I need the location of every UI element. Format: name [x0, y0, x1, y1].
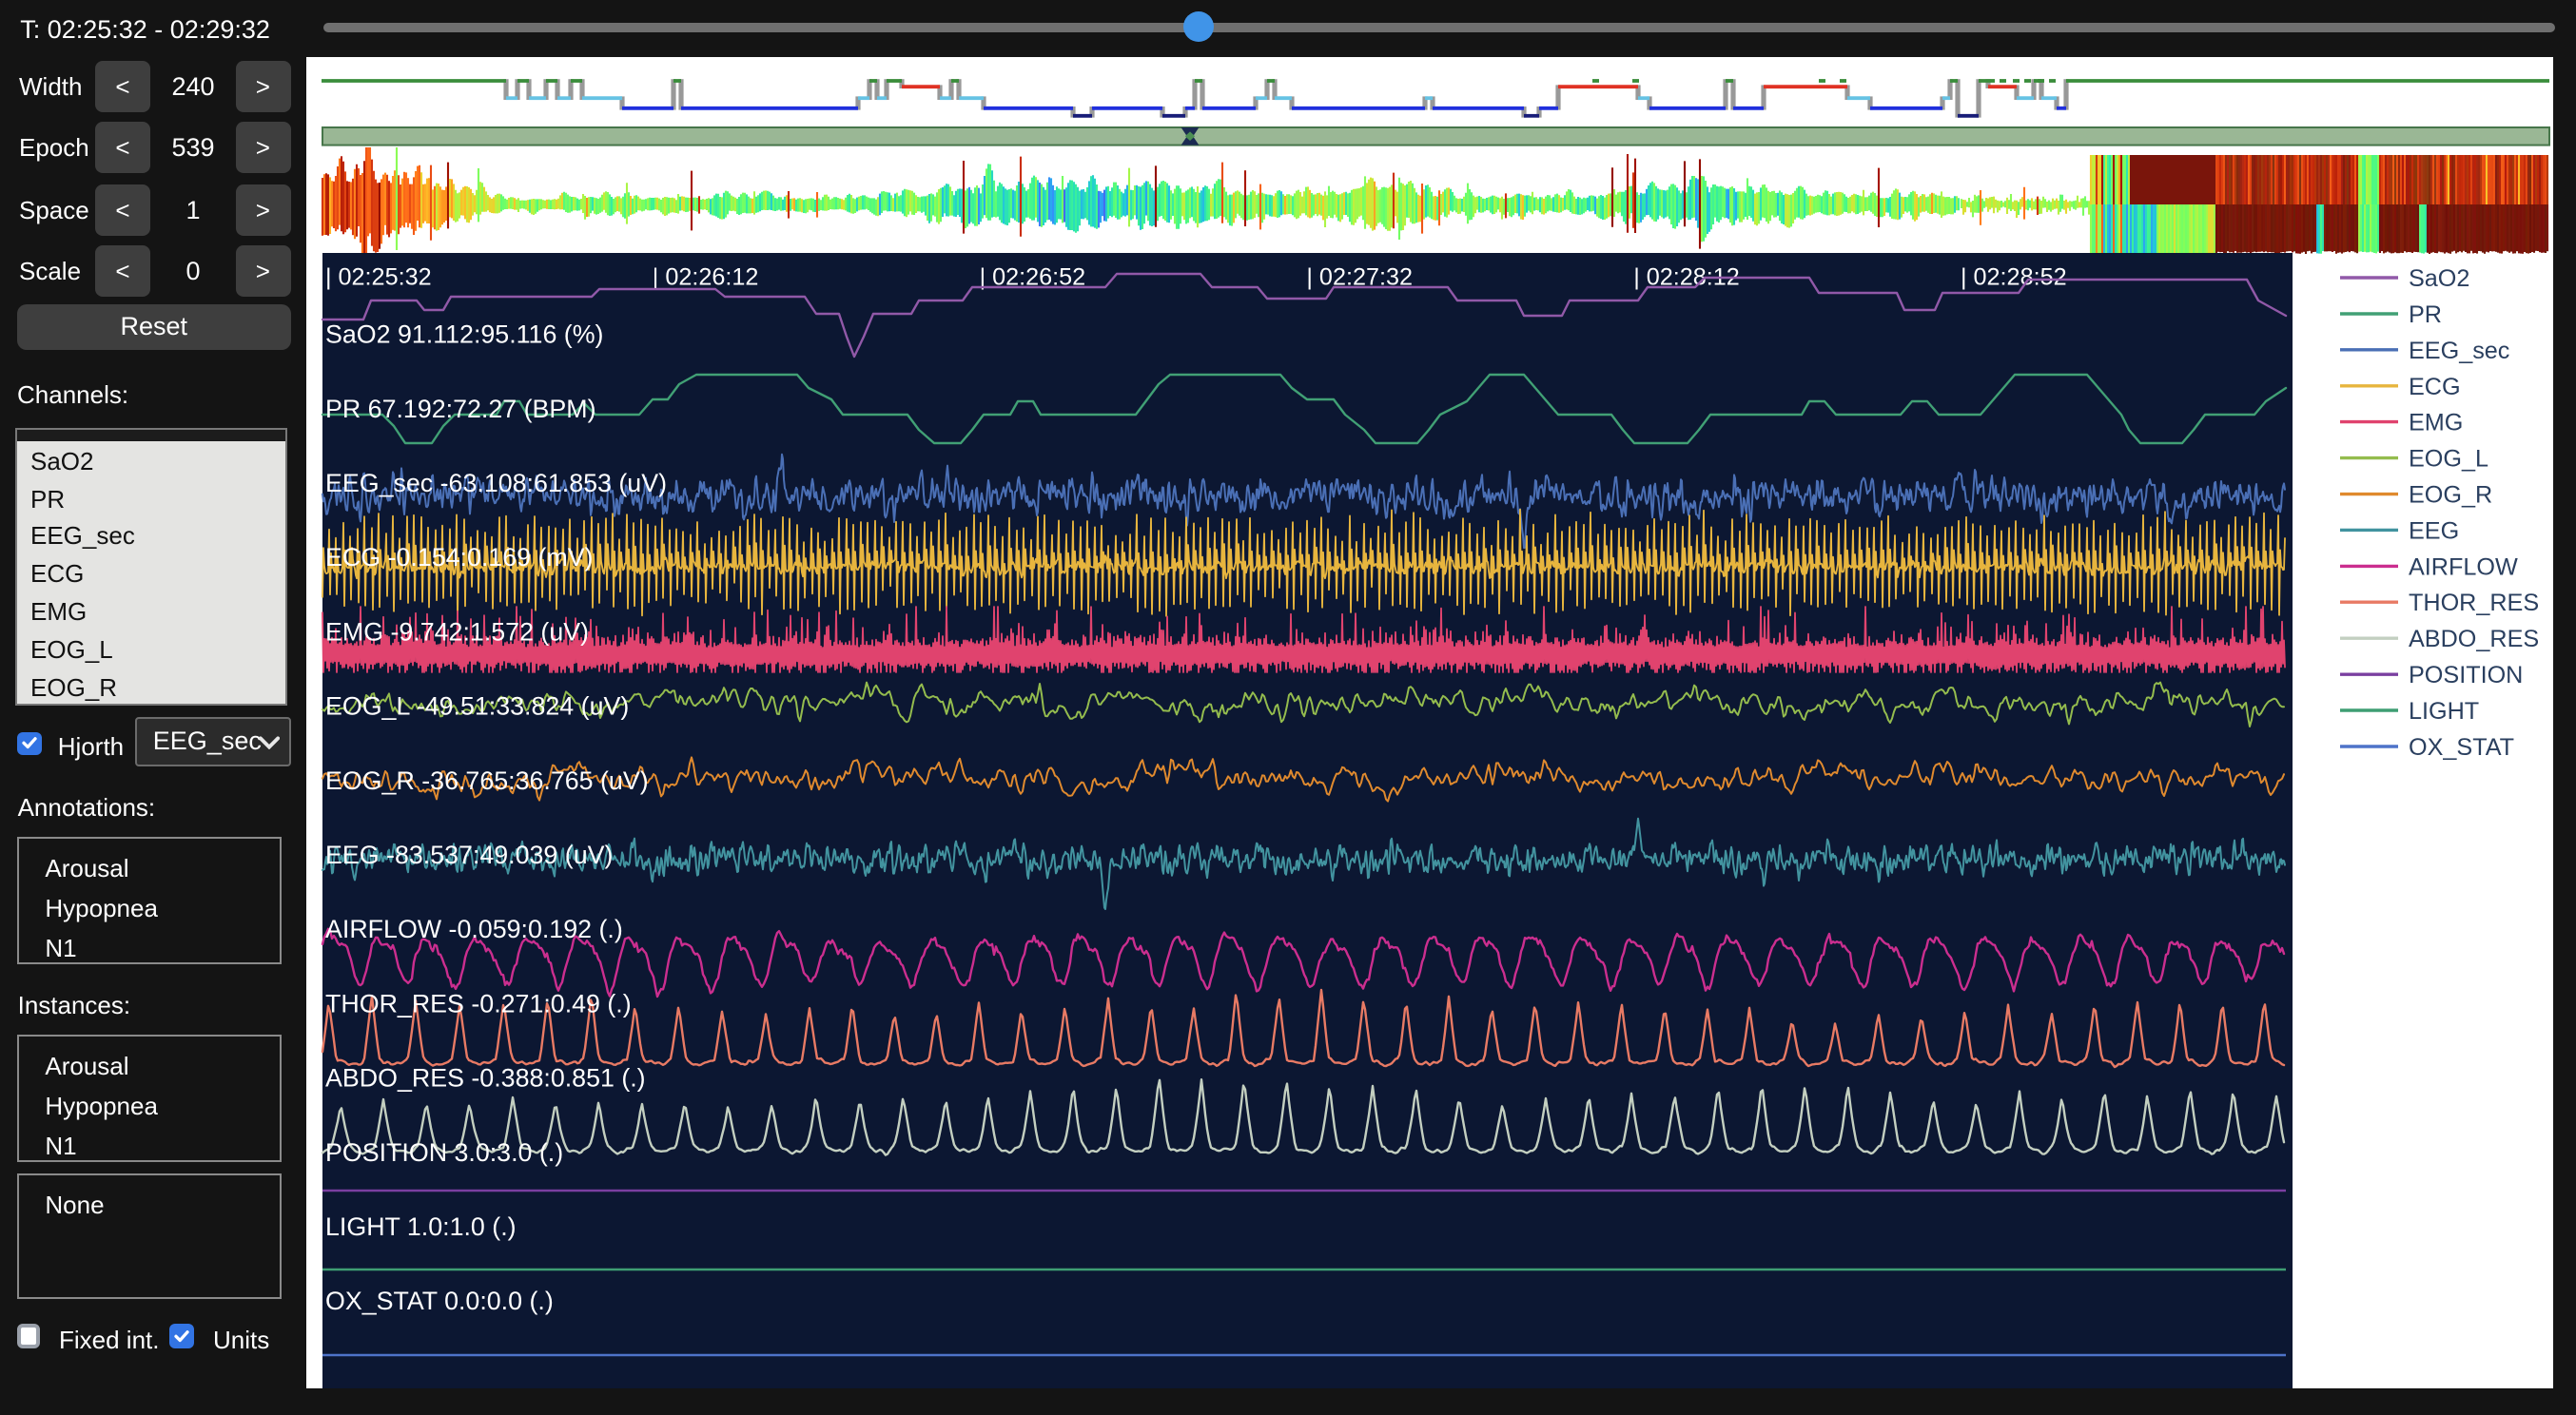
svg-text:EOG_R -36.765:36.765 (uV): EOG_R -36.765:36.765 (uV) — [325, 766, 649, 795]
svg-text:POSITION: POSITION — [2409, 662, 2523, 688]
svg-text:| 02:25:32: | 02:25:32 — [325, 264, 432, 291]
svg-text:AIRFLOW -0.059:0.192 (.): AIRFLOW -0.059:0.192 (.) — [325, 915, 623, 943]
svg-text:OX_STAT 0.0:0.0 (.): OX_STAT 0.0:0.0 (.) — [325, 1287, 554, 1315]
svg-text:LIGHT: LIGHT — [2409, 698, 2479, 725]
svg-text:| 02:26:12: | 02:26:12 — [653, 264, 759, 291]
svg-text:| 02:28:52: | 02:28:52 — [1961, 264, 2067, 291]
svg-text:THOR_RES -0.271:0.49 (.): THOR_RES -0.271:0.49 (.) — [325, 989, 632, 1018]
svg-text:SaO2: SaO2 — [2409, 265, 2469, 292]
svg-text:THOR_RES: THOR_RES — [2409, 590, 2539, 616]
svg-text:EEG_sec: EEG_sec — [2409, 338, 2509, 364]
svg-text:OX_STAT: OX_STAT — [2409, 734, 2514, 761]
svg-text:ECG -0.154:0.169 (mV): ECG -0.154:0.169 (mV) — [325, 543, 594, 572]
svg-text:EOG_L: EOG_L — [2409, 446, 2488, 473]
svg-text:EMG: EMG — [2409, 410, 2463, 436]
svg-text:EOG_R: EOG_R — [2409, 482, 2492, 509]
svg-text:POSITION 3.0:3.0 (.): POSITION 3.0:3.0 (.) — [325, 1138, 563, 1167]
svg-text:EEG: EEG — [2409, 517, 2459, 544]
svg-text:EEG -83.537:49.039 (uV): EEG -83.537:49.039 (uV) — [325, 841, 613, 869]
svg-text:PR: PR — [2409, 301, 2442, 328]
svg-text:ABDO_RES: ABDO_RES — [2409, 626, 2539, 652]
svg-text:ECG: ECG — [2409, 374, 2461, 400]
svg-text:AIRFLOW: AIRFLOW — [2409, 553, 2518, 580]
svg-text:LIGHT 1.0:1.0 (.): LIGHT 1.0:1.0 (.) — [325, 1212, 517, 1241]
svg-text:SaO2 91.112:95.116 (%): SaO2 91.112:95.116 (%) — [325, 320, 603, 349]
svg-text:PR 67.192:72.27 (BPM): PR 67.192:72.27 (BPM) — [325, 395, 596, 423]
svg-text:EEG_sec -63.108:61.853 (uV): EEG_sec -63.108:61.853 (uV) — [325, 469, 667, 497]
svg-text:ABDO_RES -0.388:0.851 (.): ABDO_RES -0.388:0.851 (.) — [325, 1064, 646, 1093]
svg-text:EOG_L -49.51:33.824 (uV): EOG_L -49.51:33.824 (uV) — [325, 692, 629, 721]
svg-text:EMG -9.742:1.572 (uV): EMG -9.742:1.572 (uV) — [325, 617, 589, 646]
